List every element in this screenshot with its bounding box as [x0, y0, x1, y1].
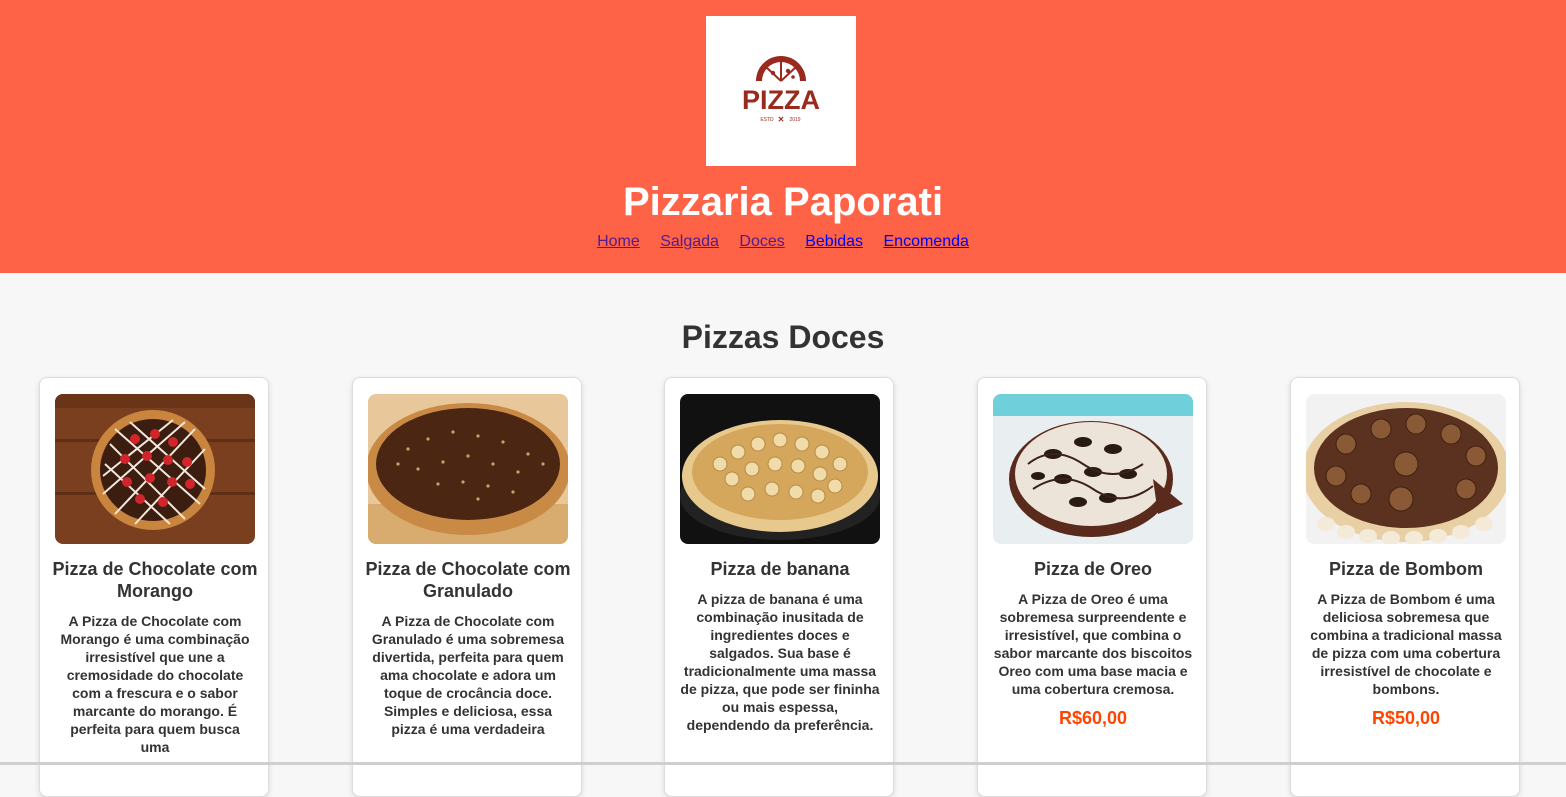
pizza-oreo-image	[993, 394, 1193, 544]
product-body: A pizza de banana é uma combinação inusi…	[679, 590, 881, 734]
product-price: R$50,00	[1371, 708, 1441, 728]
nav-link-doces[interactable]: Doces	[739, 233, 784, 250]
section-title: Pizzas Doces	[681, 319, 885, 355]
svg-text:2019: 2019	[789, 117, 800, 123]
nav-link-home[interactable]: Home	[597, 233, 640, 250]
product-name: Pizza de Chocolate com Morango	[52, 559, 258, 601]
product-card: Pizza de Chocolate com Granulado A Pizza…	[352, 377, 582, 797]
product-name: Pizza de Chocolate com Granulado	[365, 559, 571, 601]
logo[interactable]: PIZZA ESTD ✕ 2019	[706, 16, 856, 166]
pizza-chocolate-granulado-image	[368, 394, 568, 544]
product-body: A Pizza de Oreo é uma sobremesa surpreen…	[992, 590, 1194, 729]
product-body: A Pizza de Chocolate com Granulado é uma…	[367, 612, 569, 738]
product-description: A Pizza de Chocolate com Granulado é uma…	[371, 613, 565, 737]
product-body: A Pizza de Chocolate com Morango é uma c…	[54, 612, 256, 756]
product-card: Pizza de Bombom A Pizza de Bombom é uma …	[1290, 377, 1520, 797]
product-description: A Pizza de Bombom é uma deliciosa sobrem…	[1310, 591, 1502, 697]
pizza-logo-icon: PIZZA ESTD ✕ 2019	[742, 56, 820, 124]
product-name: Pizza de Oreo	[1033, 559, 1153, 579]
product-description: A pizza de banana é uma combinação inusi…	[680, 591, 880, 733]
site-header: PIZZA ESTD ✕ 2019 Pizzaria Paporati Home…	[0, 0, 1566, 273]
svg-text:PIZZA: PIZZA	[742, 85, 820, 115]
nav-link-encomenda[interactable]: Encomenda	[884, 233, 969, 250]
product-body: A Pizza de Bombom é uma deliciosa sobrem…	[1305, 590, 1507, 729]
product-description: A Pizza de Oreo é uma sobremesa surpreen…	[993, 591, 1193, 697]
pizza-chocolate-morango-image	[55, 394, 255, 544]
svg-text:ESTD: ESTD	[760, 117, 774, 123]
product-name: Pizza de banana	[710, 559, 850, 579]
product-name: Pizza de Bombom	[1328, 559, 1484, 579]
nav-link-salgada[interactable]: Salgada	[660, 233, 719, 250]
product-description: A Pizza de Chocolate com Morango é uma c…	[60, 613, 250, 755]
site-title: Pizzaria Paporati	[622, 180, 944, 224]
pizza-bombom-image	[1306, 394, 1506, 544]
main-nav: Home Salgada Doces Bebidas Encomenda	[0, 233, 1566, 251]
nav-link-bebidas[interactable]: Bebidas	[805, 233, 863, 250]
product-card: Pizza de banana A pizza de banana é uma …	[664, 377, 894, 797]
product-price: R$60,00	[1058, 708, 1128, 728]
pizza-banana-image	[680, 394, 880, 544]
product-card: Pizza de Chocolate com Morango A Pizza d…	[39, 377, 269, 797]
svg-text:✕: ✕	[778, 115, 785, 124]
product-card: Pizza de Oreo A Pizza de Oreo é uma sobr…	[977, 377, 1207, 797]
